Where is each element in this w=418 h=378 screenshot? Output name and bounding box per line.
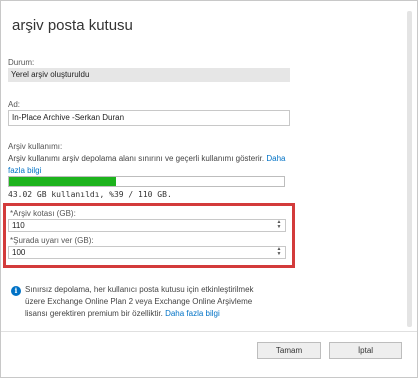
info-more-info-link[interactable]: Daha fazla bilgi xyxy=(165,309,220,318)
usage-description: Arşiv kullanımı arşiv depolama alanı sın… xyxy=(8,153,293,177)
dialog-title: arşiv posta kutusu xyxy=(12,17,133,34)
scrollbar-thumb[interactable] xyxy=(407,11,412,327)
quota-input[interactable]: 110 ▲ ▼ xyxy=(8,219,286,232)
status-label: Durum: xyxy=(8,58,35,67)
info-icon: i xyxy=(11,286,21,296)
scrollbar[interactable] xyxy=(407,5,415,331)
usage-description-text: Arşiv kullanımı arşiv depolama alanı sın… xyxy=(8,154,265,163)
quota-label: *Arşiv kotası (GB): xyxy=(10,209,76,218)
footer-divider xyxy=(1,331,417,332)
cancel-button[interactable]: İptal xyxy=(329,342,402,359)
usage-progress-bar xyxy=(8,176,285,187)
info-message: Sınırsız depolama, her kullanıcı posta k… xyxy=(25,284,275,320)
warning-input[interactable]: 100 ▲ ▼ xyxy=(8,246,286,259)
warning-spinner-arrows-icon[interactable]: ▲ ▼ xyxy=(275,247,283,258)
quota-value: 110 xyxy=(12,221,25,230)
status-field: Yerel arşiv oluşturuldu xyxy=(8,68,290,82)
name-field[interactable]: In-Place Archive -Serkan Duran xyxy=(8,110,290,126)
quota-spinner-arrows-icon[interactable]: ▲ ▼ xyxy=(275,220,283,231)
dialog-window: arşiv posta kutusu Durum: Yerel arşiv ol… xyxy=(0,0,418,378)
warning-label: *Şurada uyarı ver (GB): xyxy=(10,236,94,245)
name-label: Ad: xyxy=(8,100,21,109)
ok-button[interactable]: Tamam xyxy=(257,342,321,359)
usage-progress-fill xyxy=(9,177,117,186)
usage-label: Arşiv kullanımı: xyxy=(8,142,63,151)
usage-summary: 43.02 GB kullanıldı, %39 / 110 GB. xyxy=(8,190,172,199)
warning-value: 100 xyxy=(12,248,26,257)
